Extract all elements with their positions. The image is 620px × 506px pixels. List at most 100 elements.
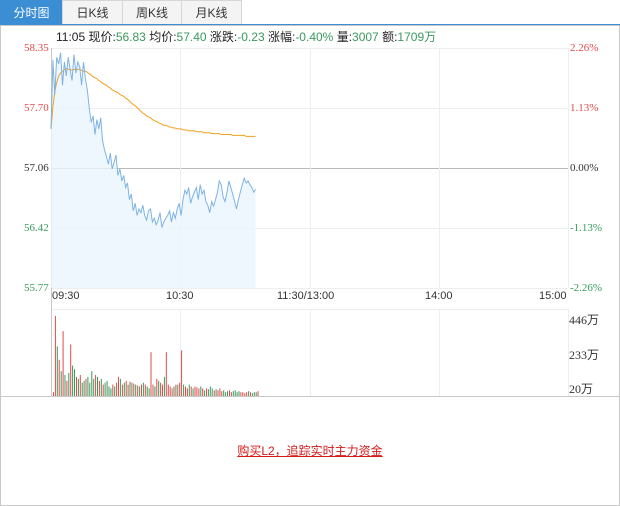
volume-bar — [181, 350, 183, 396]
volume-bar — [230, 392, 232, 396]
volume-bar — [89, 382, 91, 396]
intraday-chart — [0, 48, 620, 397]
volume-bar — [227, 391, 228, 396]
volume-bar — [110, 388, 112, 396]
volume-bar — [112, 384, 114, 396]
volume-bar — [167, 384, 169, 396]
volume-bar — [198, 388, 200, 396]
volume-bar — [162, 384, 163, 396]
volume-bar — [54, 316, 56, 396]
volume-bar — [238, 391, 240, 396]
volume-bar — [60, 371, 62, 396]
volume-bar — [66, 380, 68, 396]
volume-bar — [229, 390, 230, 396]
volume-bar — [119, 378, 121, 396]
volume-bar — [146, 386, 148, 396]
volume-bar — [240, 392, 242, 396]
volume-bar — [53, 392, 54, 396]
volume-bar — [188, 384, 190, 396]
volume-bar — [95, 375, 97, 396]
volume-bar — [58, 359, 60, 396]
volume-bar — [97, 376, 98, 396]
volume-bar — [141, 384, 142, 396]
volume-bar — [234, 390, 236, 396]
volume-bar — [223, 390, 225, 396]
volume-bar — [192, 388, 194, 396]
volume-bar — [169, 386, 171, 396]
volume-bar — [85, 378, 87, 396]
volume-bar — [98, 380, 100, 396]
volume-bar — [196, 387, 198, 396]
volume-bar — [175, 384, 177, 396]
volume-bar — [79, 375, 81, 396]
volume-bar — [121, 384, 123, 396]
volume-bar — [100, 378, 102, 396]
volume-bar — [142, 382, 144, 396]
volume-bars — [53, 316, 259, 396]
volume-bar — [219, 388, 221, 396]
volume-bar — [152, 384, 154, 396]
volume-bar — [177, 384, 179, 396]
volume-bar — [190, 386, 192, 396]
volume-bar — [123, 382, 125, 396]
volume-bar — [87, 376, 89, 396]
volume-bar — [139, 386, 141, 396]
volume-bar — [213, 390, 215, 396]
volume-bar — [129, 381, 131, 396]
volume-bar — [62, 331, 64, 396]
volume-bar — [106, 380, 108, 396]
volume-bar — [202, 388, 204, 396]
volume-bar — [236, 392, 238, 396]
volume-bar — [217, 390, 219, 396]
volume-bar — [179, 382, 181, 396]
volume-bar — [221, 391, 223, 396]
volume-bar — [116, 382, 118, 396]
volume-bar — [160, 382, 162, 396]
volume-bar — [135, 384, 137, 396]
promo-banner: 购买L2，追踪实时主力资金 — [0, 442, 620, 459]
volume-bar — [173, 386, 175, 396]
volume-bar — [108, 386, 110, 396]
volume-bar — [255, 392, 257, 396]
volume-bar — [200, 386, 202, 396]
volume-bar — [165, 352, 167, 396]
volume-bar — [144, 384, 146, 396]
volume-bar — [102, 384, 104, 396]
volume-bar — [104, 382, 106, 396]
volume-bar — [171, 388, 173, 396]
volume-bar — [81, 382, 83, 396]
volume-bar — [72, 365, 74, 396]
volume-bar — [148, 388, 150, 396]
volume-bar — [250, 392, 251, 396]
volume-bar — [76, 376, 77, 396]
volume-bar — [158, 380, 160, 396]
volume-bar — [91, 371, 93, 396]
volume-bar — [125, 380, 127, 396]
volume-bar — [137, 385, 139, 396]
volume-bar — [211, 388, 213, 396]
volume-bar — [242, 392, 244, 396]
volume-bar — [133, 383, 135, 396]
volume-bar — [206, 388, 207, 396]
volume-bar — [118, 376, 119, 396]
volume-bar — [209, 386, 211, 396]
volume-bar — [70, 344, 72, 396]
volume-bar — [68, 373, 70, 396]
volume-bar — [131, 382, 133, 396]
volume-bar — [93, 378, 95, 396]
price-area-fill — [51, 52, 256, 289]
volume-bar — [156, 378, 158, 396]
volume-bar — [251, 393, 253, 396]
buy-l2-link[interactable]: 购买L2，追踪实时主力资金 — [237, 444, 382, 458]
volume-bar — [154, 386, 156, 396]
volume-bar — [232, 391, 234, 396]
volume-bar — [64, 375, 66, 396]
volume-bar — [253, 392, 255, 396]
volume-bar — [127, 384, 129, 396]
volume-bar — [194, 386, 196, 396]
volume-bar — [114, 386, 116, 396]
volume-bar — [83, 380, 85, 396]
volume-bar — [183, 384, 185, 396]
volume-bar — [257, 391, 259, 396]
volume-bar — [246, 392, 248, 396]
